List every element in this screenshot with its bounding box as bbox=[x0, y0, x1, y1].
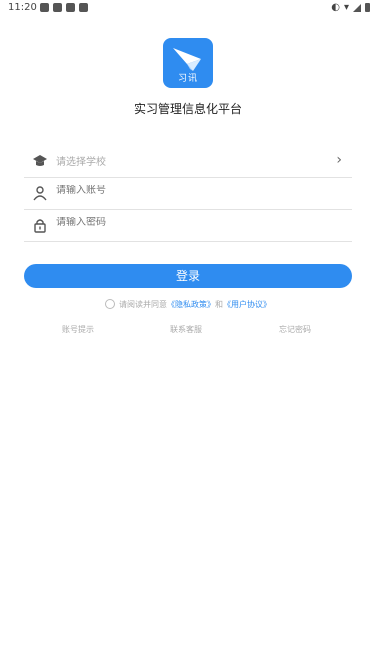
account-input[interactable] bbox=[56, 185, 316, 196]
user-icon bbox=[33, 186, 47, 201]
forgot-password-link[interactable]: 忘记密码 bbox=[279, 324, 311, 335]
status-bar: 11:20 ◐ ▾ bbox=[0, 0, 376, 16]
agreement-and: 和 bbox=[215, 300, 223, 309]
contact-support-link[interactable]: 联系客服 bbox=[170, 324, 202, 335]
status-time: 11:20 bbox=[8, 2, 37, 13]
graduation-cap-icon bbox=[33, 155, 47, 166]
notification-icon bbox=[53, 3, 62, 12]
notification-icon bbox=[40, 3, 49, 12]
status-icons: ◐ ▾ bbox=[331, 2, 370, 13]
signal-icon bbox=[353, 3, 361, 12]
notification-icon bbox=[79, 3, 88, 12]
password-field[interactable] bbox=[24, 209, 352, 242]
lock-icon bbox=[34, 219, 46, 233]
logo-text: 习讯 bbox=[177, 74, 198, 84]
password-input[interactable] bbox=[56, 217, 316, 228]
chevron-right-icon: › bbox=[336, 152, 342, 168]
school-placeholder: 请选择学校 bbox=[56, 157, 106, 168]
agree-radio[interactable] bbox=[105, 299, 115, 309]
agreement-row: 请阅读并同意《隐私政策》和《用户协议》 bbox=[0, 299, 376, 310]
wifi-icon: ▾ bbox=[343, 2, 349, 13]
agreement-prefix: 请阅读并同意 bbox=[119, 300, 167, 309]
app-logo: 习讯 bbox=[163, 38, 213, 88]
battery-icon bbox=[365, 3, 370, 12]
app-title: 实习管理信息化平台 bbox=[133, 102, 242, 116]
privacy-policy-link[interactable]: 《隐私政策》 bbox=[167, 300, 215, 309]
login-button[interactable]: 登录 bbox=[24, 264, 352, 288]
notification-icon bbox=[66, 3, 75, 12]
vibrate-icon: ◐ bbox=[331, 2, 340, 13]
school-select[interactable]: 请选择学校 › bbox=[24, 145, 352, 178]
user-agreement-link[interactable]: 《用户协议》 bbox=[223, 300, 271, 309]
account-tip-link[interactable]: 账号提示 bbox=[62, 324, 94, 335]
account-field[interactable] bbox=[24, 177, 352, 210]
